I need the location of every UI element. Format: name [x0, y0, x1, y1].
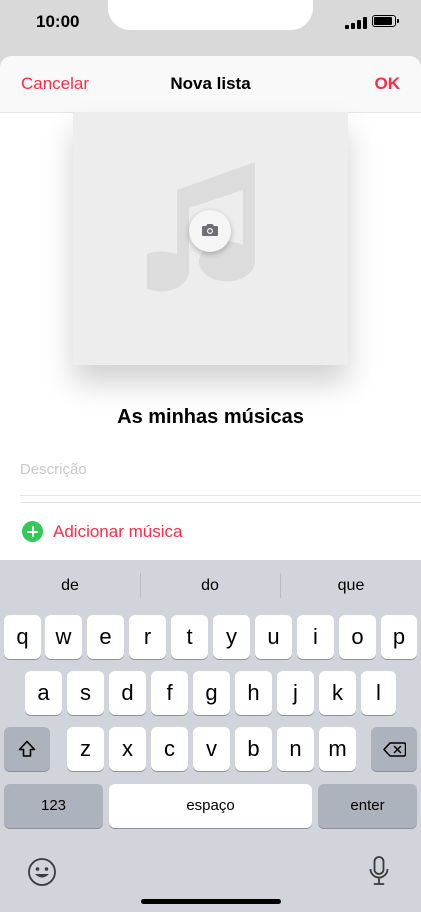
key-z[interactable]: z — [67, 727, 104, 771]
key-k[interactable]: k — [319, 671, 356, 715]
status-bar: 10:00 — [0, 0, 421, 44]
key-s[interactable]: s — [67, 671, 104, 715]
key-o[interactable]: o — [339, 615, 376, 659]
key-b[interactable]: b — [235, 727, 272, 771]
suggestion-item[interactable]: do — [140, 560, 280, 612]
key-e[interactable]: e — [87, 615, 124, 659]
divider — [20, 495, 421, 496]
phone-screen: 10:00 Cancelar Nova lista OK As minhas m… — [0, 0, 421, 912]
key-n[interactable]: n — [277, 727, 314, 771]
camera-icon — [202, 224, 218, 236]
delete-icon — [383, 742, 406, 757]
delete-key[interactable] — [371, 727, 417, 771]
key-t[interactable]: t — [171, 615, 208, 659]
key-w[interactable]: w — [45, 615, 82, 659]
shift-key[interactable] — [4, 727, 50, 771]
mic-icon[interactable] — [368, 855, 390, 887]
plus-icon — [22, 521, 43, 542]
divider — [20, 502, 421, 503]
key-c[interactable]: c — [151, 727, 188, 771]
signal-icon — [345, 17, 367, 29]
key-x[interactable]: x — [109, 727, 146, 771]
key-r[interactable]: r — [129, 615, 166, 659]
emoji-icon[interactable] — [26, 856, 58, 888]
camera-button[interactable] — [189, 210, 231, 252]
key-v[interactable]: v — [193, 727, 230, 771]
suggestion-item[interactable]: que — [281, 560, 421, 612]
suggestion-item[interactable]: de — [0, 560, 140, 612]
playlist-name-field[interactable]: As minhas músicas — [0, 406, 421, 429]
shift-icon — [18, 740, 36, 757]
key-h[interactable]: h — [235, 671, 272, 715]
key-y[interactable]: y — [213, 615, 250, 659]
key-i[interactable]: i — [297, 615, 334, 659]
notch — [108, 0, 313, 30]
space-key[interactable]: espaço — [109, 784, 312, 828]
new-playlist-sheet: Cancelar Nova lista OK As minhas músicas… — [0, 56, 421, 560]
playlist-artwork[interactable] — [73, 112, 348, 365]
ok-button[interactable]: OK — [375, 74, 401, 94]
enter-key[interactable]: enter — [318, 784, 417, 828]
key-q[interactable]: q — [4, 615, 41, 659]
nav-bar: Cancelar Nova lista OK — [0, 56, 421, 113]
key-f[interactable]: f — [151, 671, 188, 715]
description-field[interactable]: Descrição — [20, 461, 87, 478]
page-title: Nova lista — [170, 74, 251, 93]
keyboard: de do que q w e r t y u i o p a s d f g … — [0, 560, 421, 912]
key-m[interactable]: m — [319, 727, 356, 771]
key-u[interactable]: u — [255, 615, 292, 659]
key-p[interactable]: p — [381, 615, 417, 659]
battery-icon — [372, 15, 399, 27]
key-d[interactable]: d — [109, 671, 146, 715]
key-a[interactable]: a — [25, 671, 62, 715]
numbers-key[interactable]: 123 — [4, 784, 103, 828]
home-indicator — [141, 899, 281, 904]
key-g[interactable]: g — [193, 671, 230, 715]
key-l[interactable]: l — [361, 671, 396, 715]
add-music-label: Adicionar música — [53, 522, 183, 541]
key-j[interactable]: j — [277, 671, 314, 715]
suggestion-bar: de do que — [0, 560, 421, 612]
status-time: 10:00 — [36, 12, 80, 31]
